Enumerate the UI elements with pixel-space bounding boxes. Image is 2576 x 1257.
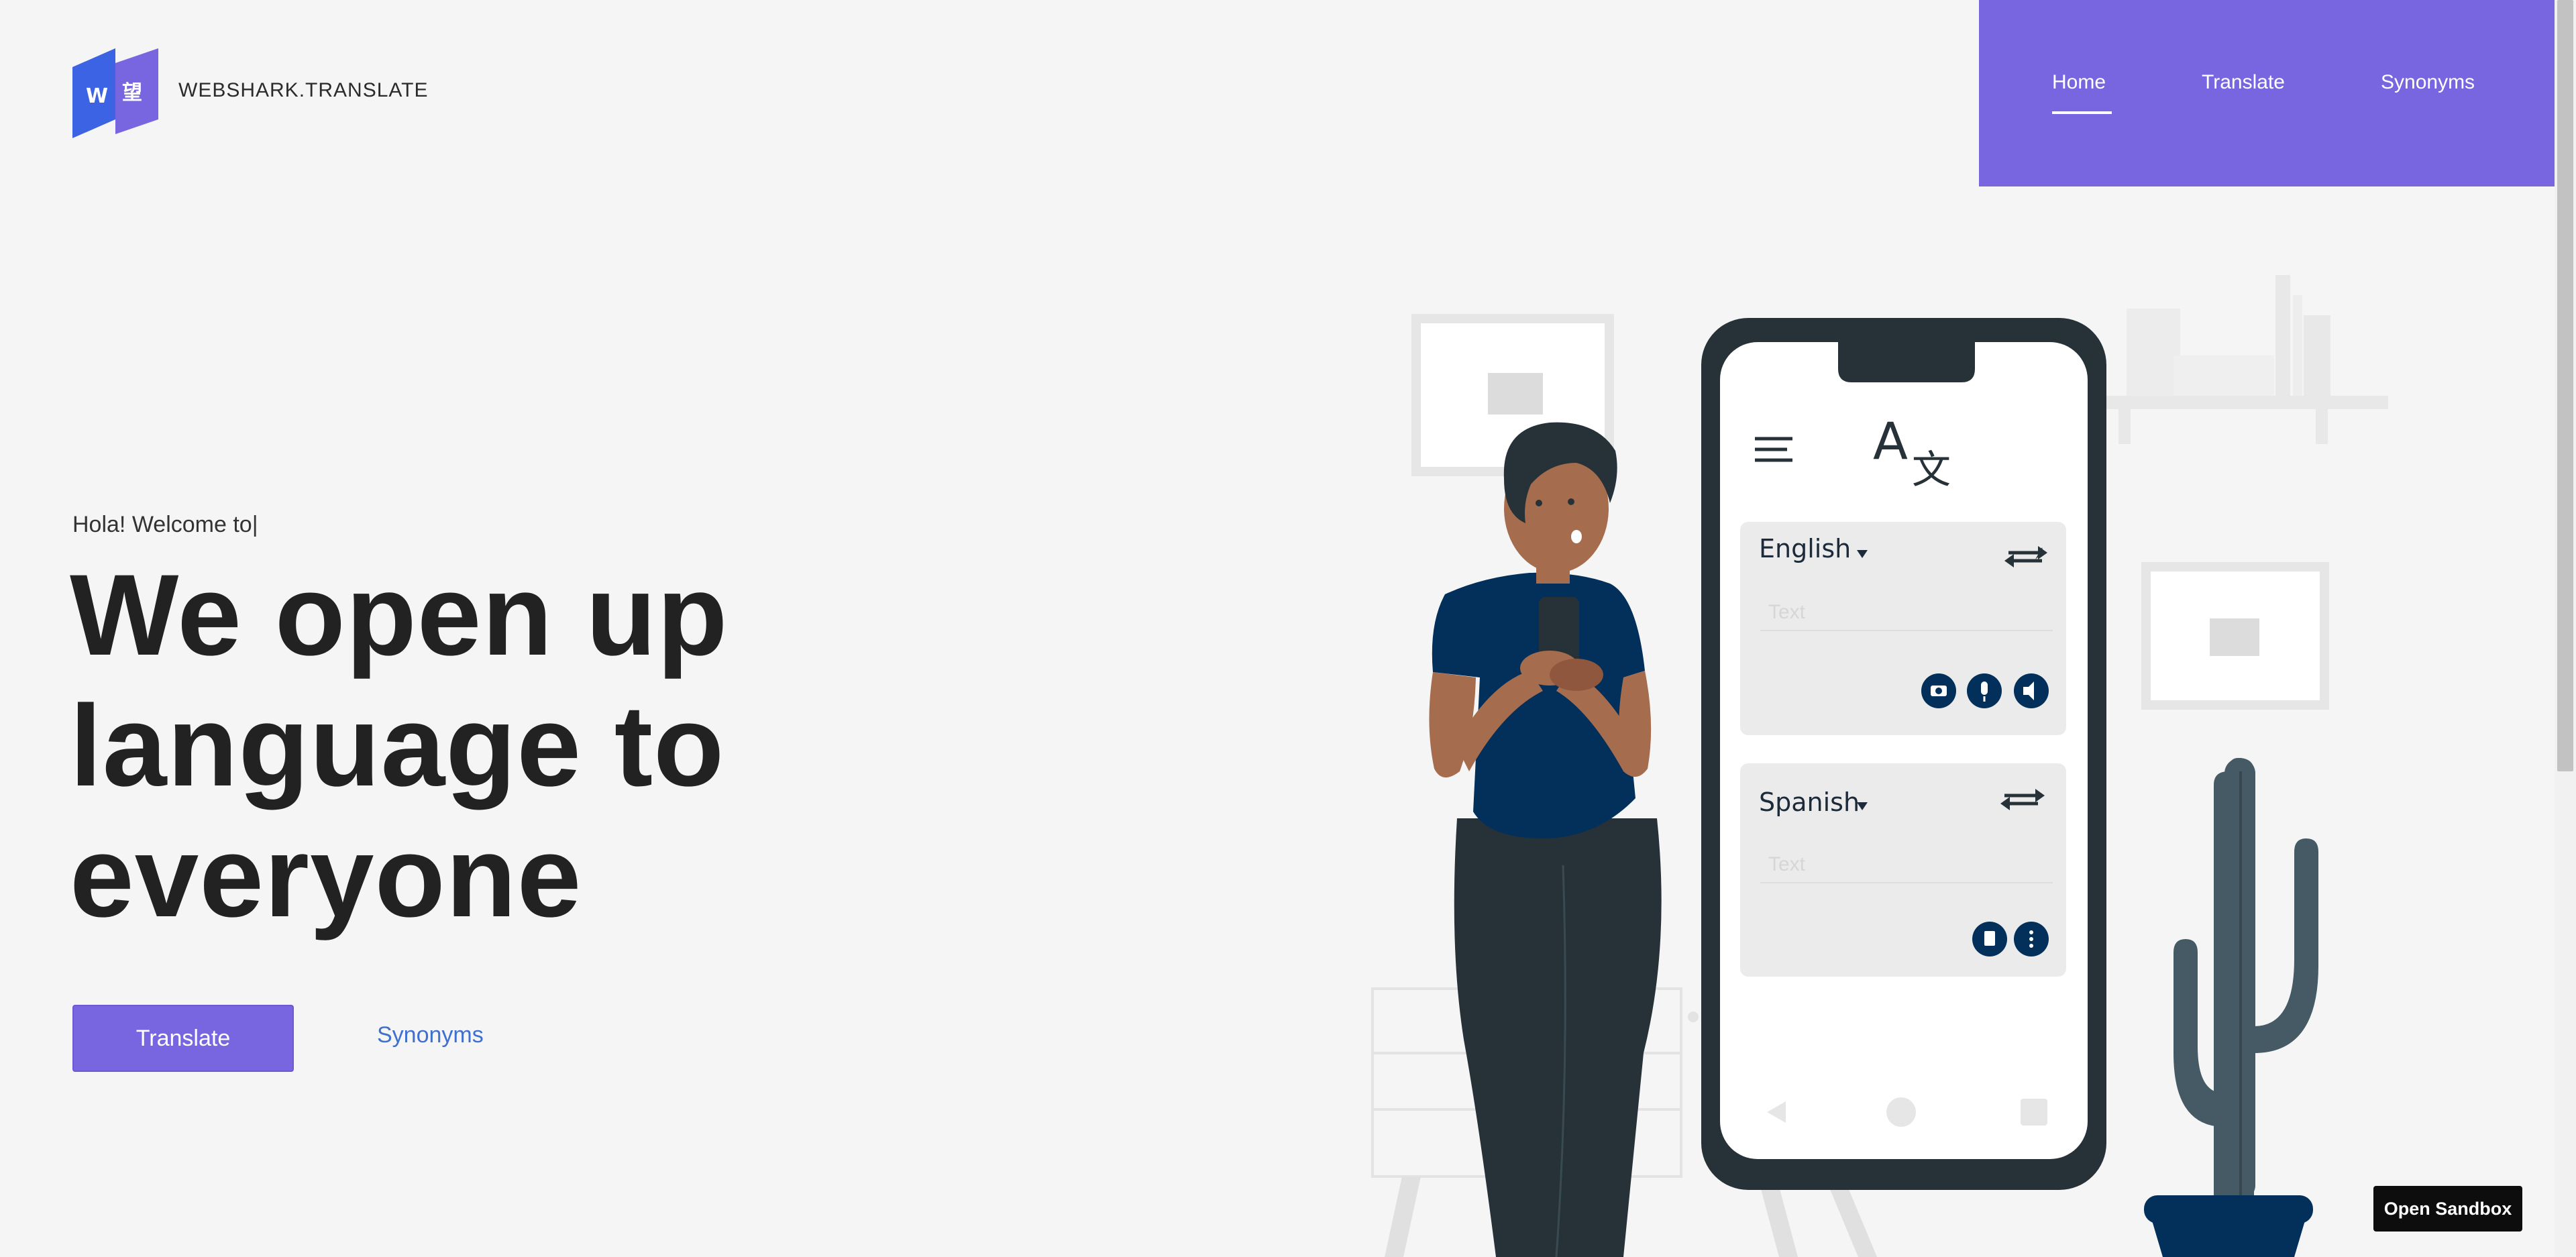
- source-language-select[interactable]: English: [1759, 534, 1851, 563]
- nav-translate-link[interactable]: Translate: [2202, 71, 2285, 94]
- svg-text:文: 文: [1912, 447, 1951, 492]
- logo[interactable]: W 望: [72, 48, 158, 138]
- hero-title-line: everyone: [70, 812, 582, 941]
- top-nav: Home Translate Synonyms: [1979, 0, 2555, 186]
- nav-synonyms-link[interactable]: Synonyms: [2381, 71, 2475, 94]
- target-language-select[interactable]: Spanish: [1759, 787, 1860, 817]
- hero-illustration: A 文: [1371, 275, 2388, 1257]
- cactus-plant: [2144, 758, 2318, 1257]
- logo-letter-cjk: 望: [122, 81, 142, 105]
- svg-text:A: A: [1873, 411, 1908, 471]
- hero-title-line: language to: [70, 681, 725, 810]
- hero-kicker: Hola! Welcome to|: [72, 512, 258, 537]
- page: W 望 WEBSHARK.TRANSLATE Home Translate Sy…: [0, 0, 2576, 1257]
- nav-home-link[interactable]: Home: [2052, 71, 2106, 94]
- target-text-output[interactable]: Text: [1768, 853, 1805, 876]
- brand-name[interactable]: WEBSHARK.TRANSLATE: [178, 79, 429, 102]
- logo-letter-w: W: [86, 85, 108, 108]
- shelf: [2093, 275, 2388, 444]
- scrollbar-thumb[interactable]: [2557, 0, 2573, 771]
- person: [1429, 422, 1662, 1257]
- phone-mockup: A 文: [1701, 318, 2106, 1190]
- hero-title: We open up language to everyone: [70, 550, 875, 942]
- home-nav-icon: [1886, 1097, 1916, 1127]
- nav-active-indicator: [2052, 111, 2112, 114]
- translate-button[interactable]: Translate: [72, 1005, 294, 1072]
- recents-nav-icon: [2021, 1099, 2047, 1126]
- synonyms-link[interactable]: Synonyms: [377, 1022, 484, 1048]
- source-text-input[interactable]: Text: [1768, 601, 1805, 624]
- hero-title-line: We open up: [70, 551, 729, 679]
- picture-frame-right: [2141, 562, 2329, 710]
- open-sandbox-button[interactable]: Open Sandbox: [2373, 1186, 2522, 1232]
